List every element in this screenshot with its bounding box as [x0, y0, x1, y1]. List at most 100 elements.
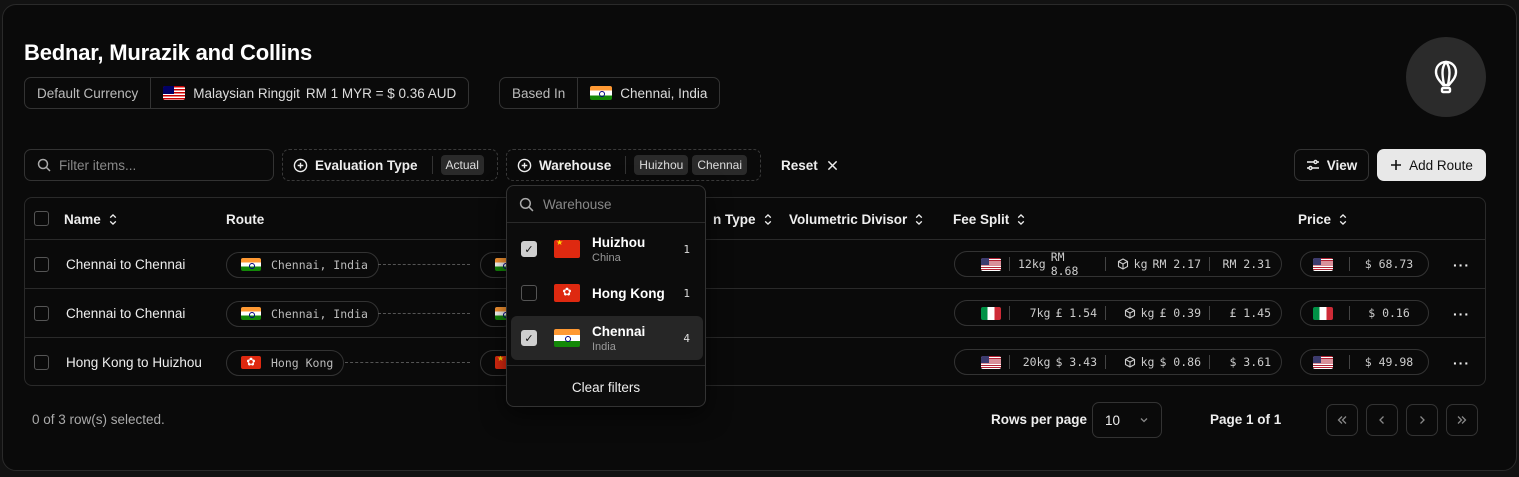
row-select-checkbox[interactable] — [34, 306, 49, 321]
warehouse-search-input[interactable]: Warehouse — [507, 186, 705, 223]
hong-kong-flag-icon — [241, 356, 261, 369]
india-flag-icon — [590, 86, 613, 100]
usa-flag-icon — [981, 257, 1001, 271]
previous-page-button[interactable] — [1366, 404, 1398, 436]
first-page-button[interactable] — [1326, 404, 1358, 436]
column-header-fee-split-label: Fee Split — [953, 211, 1010, 227]
clear-filters-button[interactable]: Clear filters — [507, 367, 705, 406]
page-info: Page 1 of 1 — [1210, 412, 1282, 427]
row-actions-button[interactable]: ··· — [1453, 306, 1470, 322]
evaluation-type-filter-button[interactable]: Evaluation Type Actual — [282, 149, 498, 181]
dropdown-divider — [507, 365, 705, 366]
sort-icon — [109, 213, 117, 225]
price-value: $ 0.16 — [1368, 306, 1410, 320]
based-in-location: Chennai, India — [620, 85, 708, 101]
evaluation-type-chip-actual: Actual — [440, 155, 484, 175]
hong-kong-flag-icon — [554, 284, 580, 302]
default-currency-value: Malaysian Ringgit RM 1 MYR = $ 0.36 AUD — [150, 78, 468, 108]
checkbox-checked[interactable]: ✓ — [521, 330, 537, 346]
plus-circle-icon — [517, 158, 532, 172]
next-page-button[interactable] — [1406, 404, 1438, 436]
column-header-name-label: Name — [64, 211, 101, 227]
fee-split-pill: 12kg RM 8.68 kg RM 2.17 RM 2.31 — [954, 250, 1282, 278]
currency-name: Malaysian Ringgit — [193, 85, 300, 101]
column-header-evaluation-type[interactable]: n Type — [713, 198, 773, 240]
close-icon — [827, 160, 837, 170]
price-value: $ 68.73 — [1364, 257, 1414, 271]
sort-icon — [1339, 213, 1347, 225]
fee-weight: 20kg — [1022, 355, 1051, 369]
usa-flag-icon — [1313, 257, 1333, 271]
fee-kg-label: kg — [1140, 355, 1155, 369]
view-label: View — [1326, 157, 1358, 173]
price-pill: $ 49.98 — [1300, 349, 1429, 375]
sort-icon — [1018, 213, 1025, 225]
route-origin: Chennai, India — [271, 306, 368, 321]
row-select-checkbox[interactable] — [34, 257, 49, 272]
table-row: Hong Kong to Huizhou Hong Kong 20kg $ 3.… — [25, 338, 1485, 385]
india-flag-icon — [241, 307, 261, 320]
italy-flag-icon — [1313, 306, 1333, 320]
based-in-value: Chennai, India — [577, 78, 719, 108]
currency-rate: RM 1 MYR = $ 0.36 AUD — [305, 85, 457, 101]
route-origin: Hong Kong — [271, 355, 334, 370]
fee-kg-label: kg — [1140, 306, 1155, 320]
price-pill: $ 0.16 — [1300, 300, 1429, 326]
warehouse-option-count: 1 — [683, 242, 690, 256]
fee-total: £ 1.45 — [1229, 306, 1271, 320]
sort-icon — [916, 213, 923, 225]
reset-label: Reset — [781, 157, 818, 173]
india-flag-icon — [241, 258, 261, 271]
default-currency-badge: Default Currency Malaysian Ringgit RM 1 … — [24, 77, 470, 109]
fee-weight-amount: $ 3.43 — [1055, 355, 1097, 369]
box-icon — [1124, 307, 1135, 319]
evaluation-type-label: Evaluation Type — [315, 157, 418, 173]
rows-per-page-select[interactable]: 10 — [1092, 402, 1162, 438]
select-all-checkbox[interactable] — [34, 211, 49, 226]
plus-circle-icon — [293, 158, 308, 172]
route-origin-pill: Hong Kong — [226, 349, 345, 376]
route-name: Hong Kong to Huizhou — [66, 355, 202, 370]
warehouse-option-huizhou[interactable]: ✓ Huizhou China 1 — [511, 227, 703, 271]
view-options-button[interactable]: View — [1294, 149, 1369, 181]
route-connector — [345, 362, 470, 363]
row-actions-button[interactable]: ··· — [1453, 257, 1470, 273]
last-page-button[interactable] — [1446, 404, 1478, 436]
warehouse-option-hong-kong[interactable]: Hong Kong 1 — [511, 271, 703, 315]
add-route-button[interactable]: Add Route — [1377, 149, 1486, 181]
fee-weight: 12kg — [1018, 257, 1046, 271]
column-header-volumetric-divisor-label: Volumetric Divisor — [789, 211, 908, 227]
reset-filters-button[interactable]: Reset — [781, 149, 838, 181]
row-actions-button[interactable]: ··· — [1453, 355, 1470, 371]
malaysia-flag-icon — [163, 86, 186, 100]
checkbox-checked[interactable]: ✓ — [521, 241, 537, 257]
rows-per-page-label: Rows per page — [991, 412, 1088, 427]
chevrons-right-icon — [1457, 416, 1467, 424]
fee-per-kg: $ 0.86 — [1159, 355, 1201, 369]
routes-table: Name Route n Type Volumetric Divisor Fee… — [24, 197, 1486, 386]
column-header-evaluation-type-label: n Type — [713, 211, 756, 227]
warehouse-option-name: Hong Kong — [592, 285, 665, 301]
page-title: Bednar, Murazik and Collins — [24, 40, 312, 65]
filter-search-input[interactable]: Filter items... — [24, 149, 274, 181]
warehouse-option-country: China — [592, 251, 621, 264]
warehouse-option-chennai[interactable]: ✓ Chennai India 4 — [511, 316, 703, 360]
column-header-name[interactable]: Name — [64, 198, 118, 240]
plus-icon — [1391, 160, 1402, 170]
warehouse-filter-button[interactable]: Warehouse Huizhou Chennai — [506, 149, 761, 181]
column-header-price[interactable]: Price — [1298, 198, 1348, 240]
india-flag-icon — [554, 329, 580, 347]
route-connector — [378, 264, 470, 265]
box-icon — [1117, 258, 1128, 270]
column-header-fee-split[interactable]: Fee Split — [953, 198, 1026, 240]
warehouse-chip-chennai: Chennai — [692, 155, 748, 175]
checkbox-unchecked[interactable] — [521, 285, 537, 301]
box-icon — [1124, 356, 1135, 368]
chevrons-left-icon — [1337, 416, 1347, 424]
fee-weight-amount: RM 8.68 — [1050, 250, 1079, 278]
add-route-label: Add Route — [1409, 157, 1473, 173]
row-select-checkbox[interactable] — [34, 355, 49, 370]
column-header-volumetric-divisor[interactable]: Volumetric Divisor — [789, 198, 924, 240]
route-connector — [378, 313, 470, 314]
warehouse-option-name: Huizhou — [592, 234, 646, 250]
